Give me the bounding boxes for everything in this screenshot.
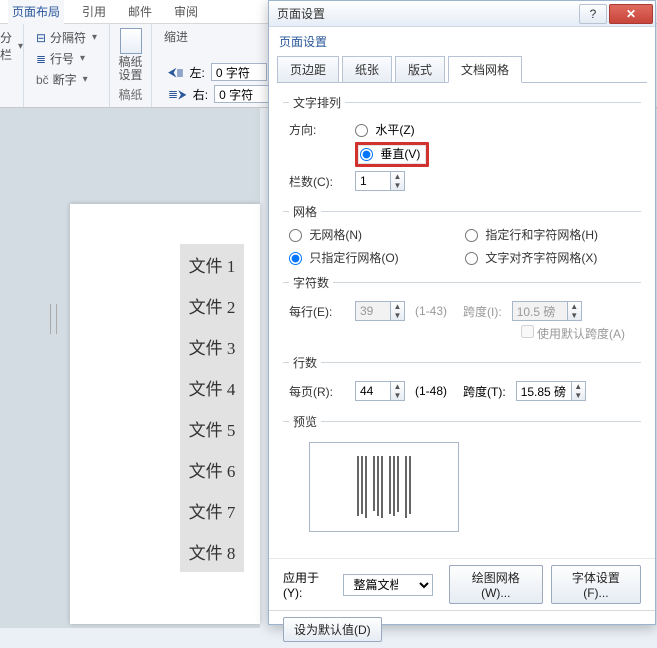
legend-text: 文字排列	[289, 94, 345, 111]
set-default-button[interactable]: 设为默认值(D)	[283, 617, 382, 642]
line-pitch-input[interactable]	[516, 381, 572, 401]
list-item: 文件 3	[180, 326, 244, 367]
use-default-pitch: 使用默认跨度(A)	[515, 325, 625, 342]
direction-label: 方向:	[289, 121, 345, 138]
legend-preview: 预览	[289, 413, 321, 430]
radio-vertical[interactable]: 垂直(V)	[360, 147, 420, 161]
close-button[interactable]: ✕	[609, 4, 653, 24]
legend-lines: 行数	[289, 354, 321, 371]
dialog-title: 页面设置	[277, 5, 577, 22]
page-setup-dialog: 页面设置 ? ✕ 页面设置 页边距 纸张 版式 文档网格 文字排列 方向: 水平…	[268, 0, 656, 625]
tab-paper[interactable]: 纸张	[342, 56, 392, 83]
indent-right-label: 右:	[193, 86, 208, 103]
indent-left-icon: ⮜≣	[168, 65, 184, 80]
help-button[interactable]: ?	[579, 4, 607, 24]
apply-to-label: 应用于(Y):	[283, 569, 335, 600]
fieldset-text-direction: 文字排列 方向: 水平(Z) 垂直(V) 栏数(C): ▲▼	[283, 94, 641, 195]
line-pitch-spinner[interactable]: ▲▼	[572, 381, 586, 401]
paper-group-caption: 稿纸	[118, 86, 142, 103]
ribbon-tab-review[interactable]: 审阅	[170, 0, 202, 24]
draw-grid-button[interactable]: 绘图网格(W)...	[449, 565, 543, 604]
indent-left-label: 左:	[190, 64, 205, 81]
list-item: 文件 1	[180, 244, 244, 285]
document-page: 文件 1 文件 2 文件 3 文件 4 文件 5 文件 6 文件 7 文件 8	[70, 204, 260, 624]
chars-range: (1-43)	[415, 304, 447, 318]
font-settings-button[interactable]: 字体设置(F)...	[551, 565, 641, 604]
document-area: 文件 1 文件 2 文件 3 文件 4 文件 5 文件 6 文件 7 文件 8	[0, 108, 260, 628]
radio-line-char-grid[interactable]: 指定行和字符网格(H)	[465, 226, 641, 243]
columns-input[interactable]	[355, 171, 391, 191]
apply-to-select[interactable]: 整篇文档	[343, 574, 433, 596]
line-pitch-label: 跨度(T):	[463, 383, 506, 400]
fieldset-grid: 网格 无网格(N) 指定行和字符网格(H) 只指定行网格(O) 文字对齐字符网格…	[283, 203, 641, 266]
chars-per-line-input	[355, 301, 391, 321]
highlight-box: 垂直(V)	[355, 142, 429, 167]
hyphenation-button[interactable]: bč断字▾	[34, 70, 99, 89]
indent-right-input[interactable]	[214, 85, 270, 103]
char-pitch-input	[512, 301, 568, 321]
ruler	[50, 304, 57, 334]
fieldset-lines: 行数 每页(R): ▲▼ (1-48) 跨度(T): ▲▼	[283, 354, 641, 405]
ribbon-tab-reference[interactable]: 引用	[78, 0, 110, 24]
lines-per-page-label: 每页(R):	[289, 383, 345, 400]
list-item: 文件 6	[180, 449, 244, 490]
paper-button[interactable]: 稿纸 设置	[118, 56, 143, 82]
list-item: 文件 4	[180, 367, 244, 408]
legend-chars: 字符数	[289, 274, 333, 291]
breaks-button[interactable]: ⊟分隔符▾	[34, 28, 99, 47]
lines-range: (1-48)	[415, 384, 447, 398]
radio-char-align-grid[interactable]: 文字对齐字符网格(X)	[465, 249, 641, 266]
preview-box	[309, 442, 459, 532]
radio-no-grid[interactable]: 无网格(N)	[289, 226, 465, 243]
fieldset-chars: 字符数 每行(E): ▲▼ (1-43) 跨度(I): ▲▼ 使用默认跨度(A)	[283, 274, 641, 346]
lines-per-page-input[interactable]	[355, 381, 391, 401]
lines-spinner[interactable]: ▲▼	[391, 381, 405, 401]
indent-left-input[interactable]	[211, 63, 267, 81]
list-item: 文件 8	[180, 531, 244, 572]
radio-horizontal[interactable]: 水平(Z)	[355, 121, 415, 138]
tab-margins[interactable]: 页边距	[277, 56, 339, 83]
char-pitch-label: 跨度(I):	[463, 303, 502, 320]
columns-label: 栏数(C):	[289, 173, 345, 190]
list-item: 文件 5	[180, 408, 244, 449]
line-numbers-button[interactable]: ≣行号▾	[34, 49, 99, 68]
chars-spinner: ▲▼	[391, 301, 405, 321]
list-item: 文件 2	[180, 285, 244, 326]
tab-grid[interactable]: 文档网格	[448, 56, 522, 83]
dialog-heading: 页面设置	[269, 27, 655, 52]
tab-layout[interactable]: 版式	[395, 56, 445, 83]
indent-right-icon: ≣⮞	[168, 87, 187, 102]
indent-title: 缩进	[160, 28, 188, 45]
list-item: 文件 7	[180, 490, 244, 531]
columns-button[interactable]: 分栏▾	[0, 28, 25, 64]
fieldset-preview: 预览	[283, 413, 641, 538]
legend-grid: 网格	[289, 203, 321, 220]
ribbon-tab-mail[interactable]: 邮件	[124, 0, 156, 24]
char-pitch-spinner: ▲▼	[568, 301, 582, 321]
dialog-tabs: 页边距 纸张 版式 文档网格	[277, 56, 647, 83]
file-list: 文件 1 文件 2 文件 3 文件 4 文件 5 文件 6 文件 7 文件 8	[180, 244, 244, 572]
paper-icon	[120, 28, 142, 54]
ribbon-tab-layout[interactable]: 页面布局	[8, 0, 64, 24]
chars-per-line-label: 每行(E):	[289, 303, 345, 320]
radio-line-only-grid[interactable]: 只指定行网格(O)	[289, 249, 465, 266]
columns-spinner[interactable]: ▲▼	[391, 171, 405, 191]
